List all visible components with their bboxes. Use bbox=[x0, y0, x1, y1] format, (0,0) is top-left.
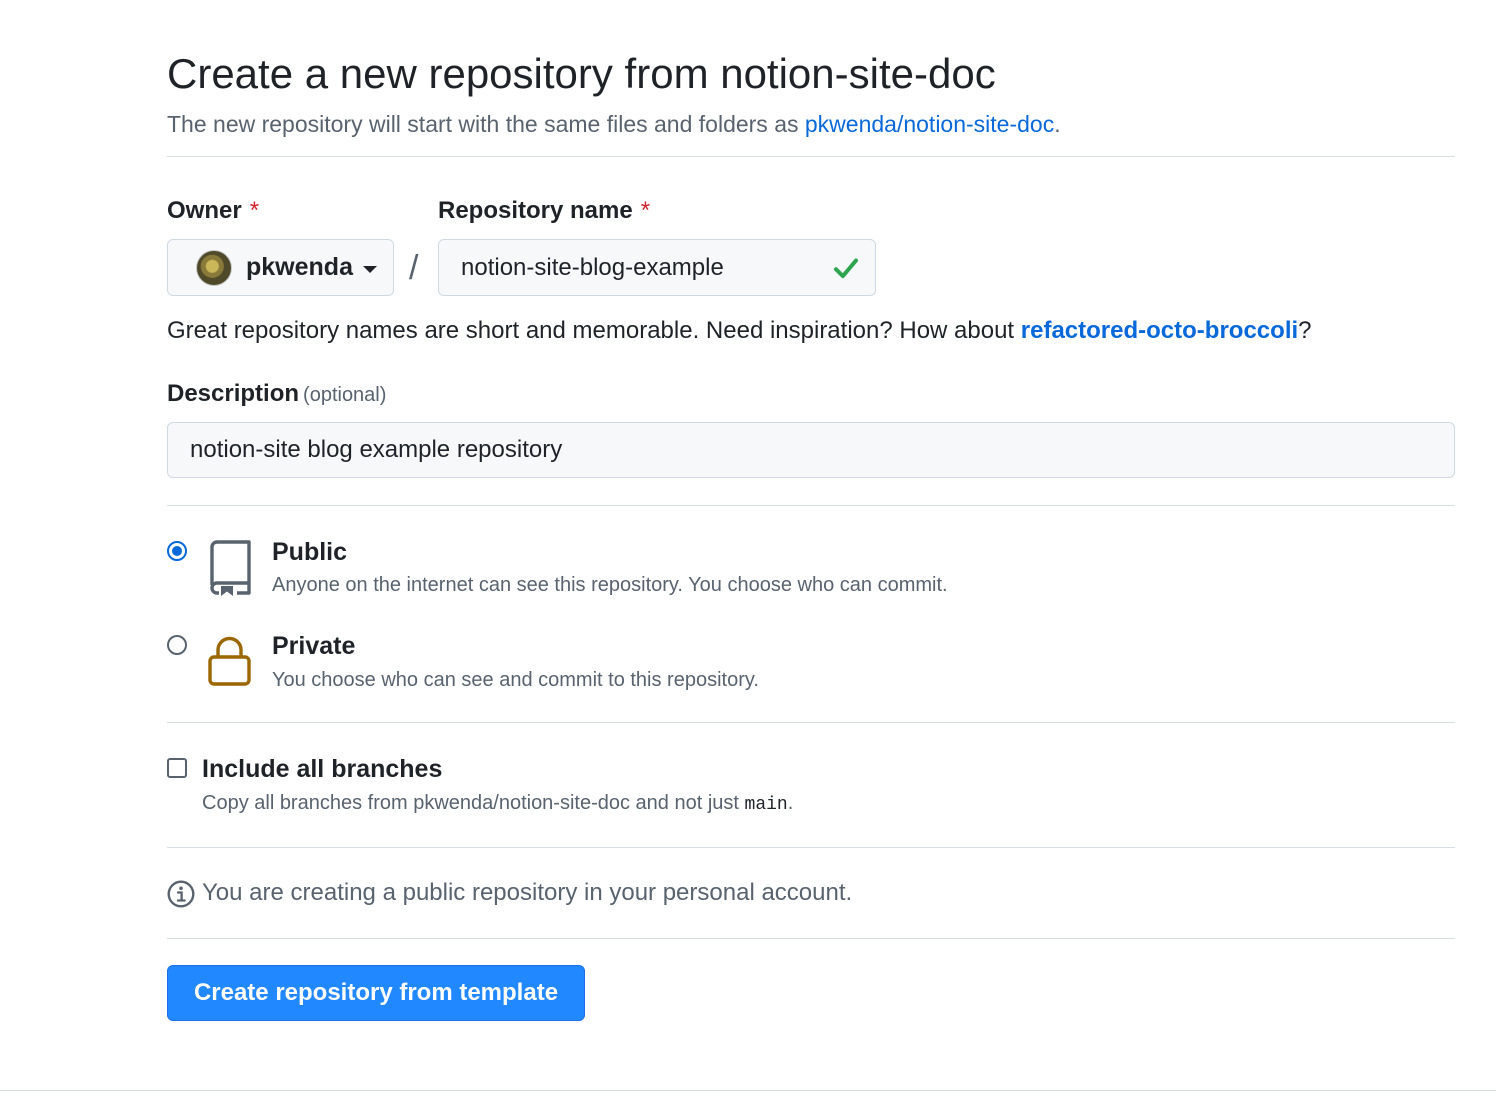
repository-name-input[interactable] bbox=[461, 240, 821, 295]
repository-name-label-text: Repository name bbox=[438, 197, 633, 224]
branches-description-text: Copy all branches from pkwenda/notion-si… bbox=[202, 792, 745, 814]
template-repo-link[interactable]: pkwenda/notion-site-doc bbox=[805, 111, 1054, 137]
required-mark: * bbox=[640, 197, 651, 224]
divider bbox=[167, 722, 1455, 723]
visibility-info-text: You are creating a public repository in … bbox=[202, 879, 853, 906]
subtitle-suffix: . bbox=[1054, 111, 1061, 137]
visibility-public-radio[interactable] bbox=[167, 541, 187, 561]
visibility-private-description: You choose who can see and commit to thi… bbox=[272, 669, 759, 691]
check-icon bbox=[834, 258, 858, 279]
repository-name-hint: Great repository names are short and mem… bbox=[167, 315, 1312, 347]
lock-icon bbox=[208, 636, 251, 686]
include-all-branches-description: Copy all branches from pkwenda/notion-si… bbox=[202, 789, 793, 819]
owner-dropdown[interactable]: pkwenda bbox=[167, 239, 394, 296]
repository-name-label: Repository name * bbox=[438, 195, 650, 227]
divider bbox=[167, 847, 1455, 848]
subtitle-text: The new repository will start with the s… bbox=[167, 111, 805, 137]
footer-divider bbox=[0, 1090, 1496, 1091]
visibility-private-radio[interactable] bbox=[167, 635, 187, 655]
include-all-branches-title: Include all branches bbox=[202, 755, 443, 783]
visibility-private-title: Private bbox=[272, 632, 356, 660]
owner-name: pkwenda bbox=[246, 253, 353, 281]
description-label-text: Description bbox=[167, 380, 300, 407]
repo-icon bbox=[210, 540, 251, 596]
create-repository-button[interactable]: Create repository from template bbox=[167, 965, 585, 1021]
description-label: Description (optional) bbox=[167, 378, 386, 411]
suggested-name-link[interactable]: refactored-octo-broccoli bbox=[1021, 317, 1298, 344]
page: Create a new repository from notion-site… bbox=[0, 0, 1496, 1112]
visibility-public-title: Public bbox=[272, 538, 348, 566]
owner-avatar bbox=[196, 249, 232, 286]
owner-label-text: Owner bbox=[167, 197, 242, 224]
include-all-branches-checkbox[interactable] bbox=[167, 758, 187, 778]
info-icon bbox=[167, 880, 195, 908]
page-subtitle: The new repository will start with the s… bbox=[167, 108, 1061, 140]
visibility-public-description: Anyone on the internet can see this repo… bbox=[272, 574, 948, 596]
repository-name-field-wrapper bbox=[438, 239, 876, 296]
description-field-wrapper bbox=[167, 422, 1455, 478]
hint-suffix: ? bbox=[1298, 317, 1312, 344]
optional-tag: (optional) bbox=[303, 384, 387, 406]
branches-description-suffix: . bbox=[787, 792, 794, 814]
description-input[interactable] bbox=[190, 423, 1430, 477]
default-branch-name: main bbox=[744, 795, 788, 815]
divider bbox=[167, 505, 1455, 506]
divider bbox=[167, 938, 1455, 939]
divider bbox=[167, 156, 1455, 157]
triangle-down-icon bbox=[362, 265, 377, 273]
owner-label: Owner * bbox=[167, 195, 259, 227]
required-mark: * bbox=[249, 197, 260, 224]
owner-repo-separator: / bbox=[409, 249, 419, 287]
hint-text: Great repository names are short and mem… bbox=[167, 317, 1021, 344]
page-title: Create a new repository from notion-site… bbox=[167, 50, 996, 97]
